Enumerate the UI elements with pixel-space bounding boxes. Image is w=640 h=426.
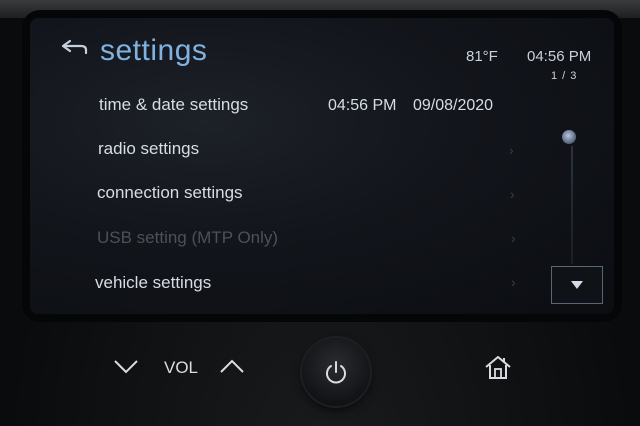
menu-item-connection-settings[interactable]: connection settings xyxy=(97,183,243,203)
clock: 04:56 PM xyxy=(527,48,592,65)
menu-item-label: connection settings xyxy=(97,183,243,202)
chevron-right-icon: › xyxy=(511,230,516,246)
chevron-down-icon xyxy=(114,360,138,374)
menu-item-label: time & date settings xyxy=(99,95,249,114)
home-button[interactable] xyxy=(484,354,512,380)
volume-label: VOL xyxy=(164,358,199,377)
triangle-down-icon xyxy=(571,281,583,289)
power-icon xyxy=(326,361,346,384)
power-button[interactable] xyxy=(302,338,370,406)
menu-item-usb-setting: USB setting (MTP Only) xyxy=(97,228,278,248)
volume-up-button[interactable] xyxy=(218,356,246,376)
current-date-value: 09/08/2020 xyxy=(413,97,494,114)
menu-item-time-date-settings[interactable]: time & date settings xyxy=(99,95,248,115)
page-title: settings xyxy=(100,34,208,67)
menu-item-label: USB setting (MTP Only) xyxy=(97,228,279,247)
home-icon xyxy=(485,356,511,379)
scrollbar-track[interactable] xyxy=(571,146,573,264)
outside-temperature: 81°F xyxy=(466,48,498,65)
menu-item-radio-settings[interactable]: radio settings xyxy=(98,139,199,159)
chevron-right-icon: › xyxy=(511,274,516,290)
chevron-right-icon: › xyxy=(509,142,514,158)
back-arrow-icon[interactable] xyxy=(60,38,90,58)
scroll-down-button[interactable] xyxy=(551,266,603,304)
chevron-up-icon xyxy=(220,359,244,373)
scrollbar-thumb[interactable] xyxy=(562,130,576,144)
menu-item-label: radio settings xyxy=(98,139,200,158)
menu-item-vehicle-settings[interactable]: vehicle settings xyxy=(95,273,211,293)
touch-screen: settings 81°F 04:56 PM 1 / 3 time & date… xyxy=(30,18,614,314)
chevron-right-icon: › xyxy=(510,186,515,202)
current-time-value: 04:56 PM xyxy=(328,97,397,114)
page-indicator: 1 / 3 xyxy=(551,70,578,82)
volume-down-button[interactable] xyxy=(112,356,140,376)
menu-item-label: vehicle settings xyxy=(95,273,212,292)
